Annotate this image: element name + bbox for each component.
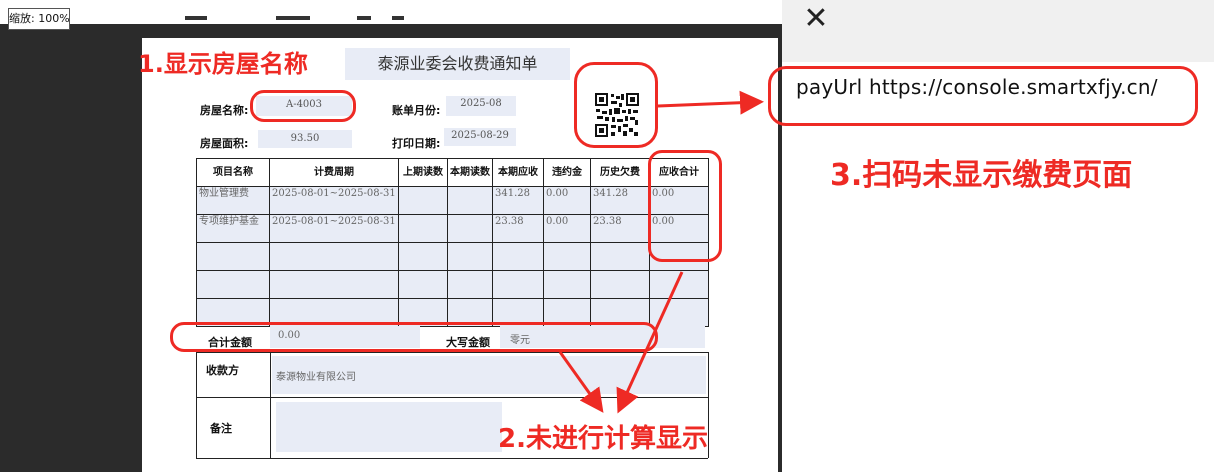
arrow-column-to-note: [616, 271, 684, 414]
arrow-qr-to-url: [657, 90, 764, 115]
arrow-row-to-note: [558, 351, 604, 413]
annotation-arrows: [558, 90, 764, 414]
